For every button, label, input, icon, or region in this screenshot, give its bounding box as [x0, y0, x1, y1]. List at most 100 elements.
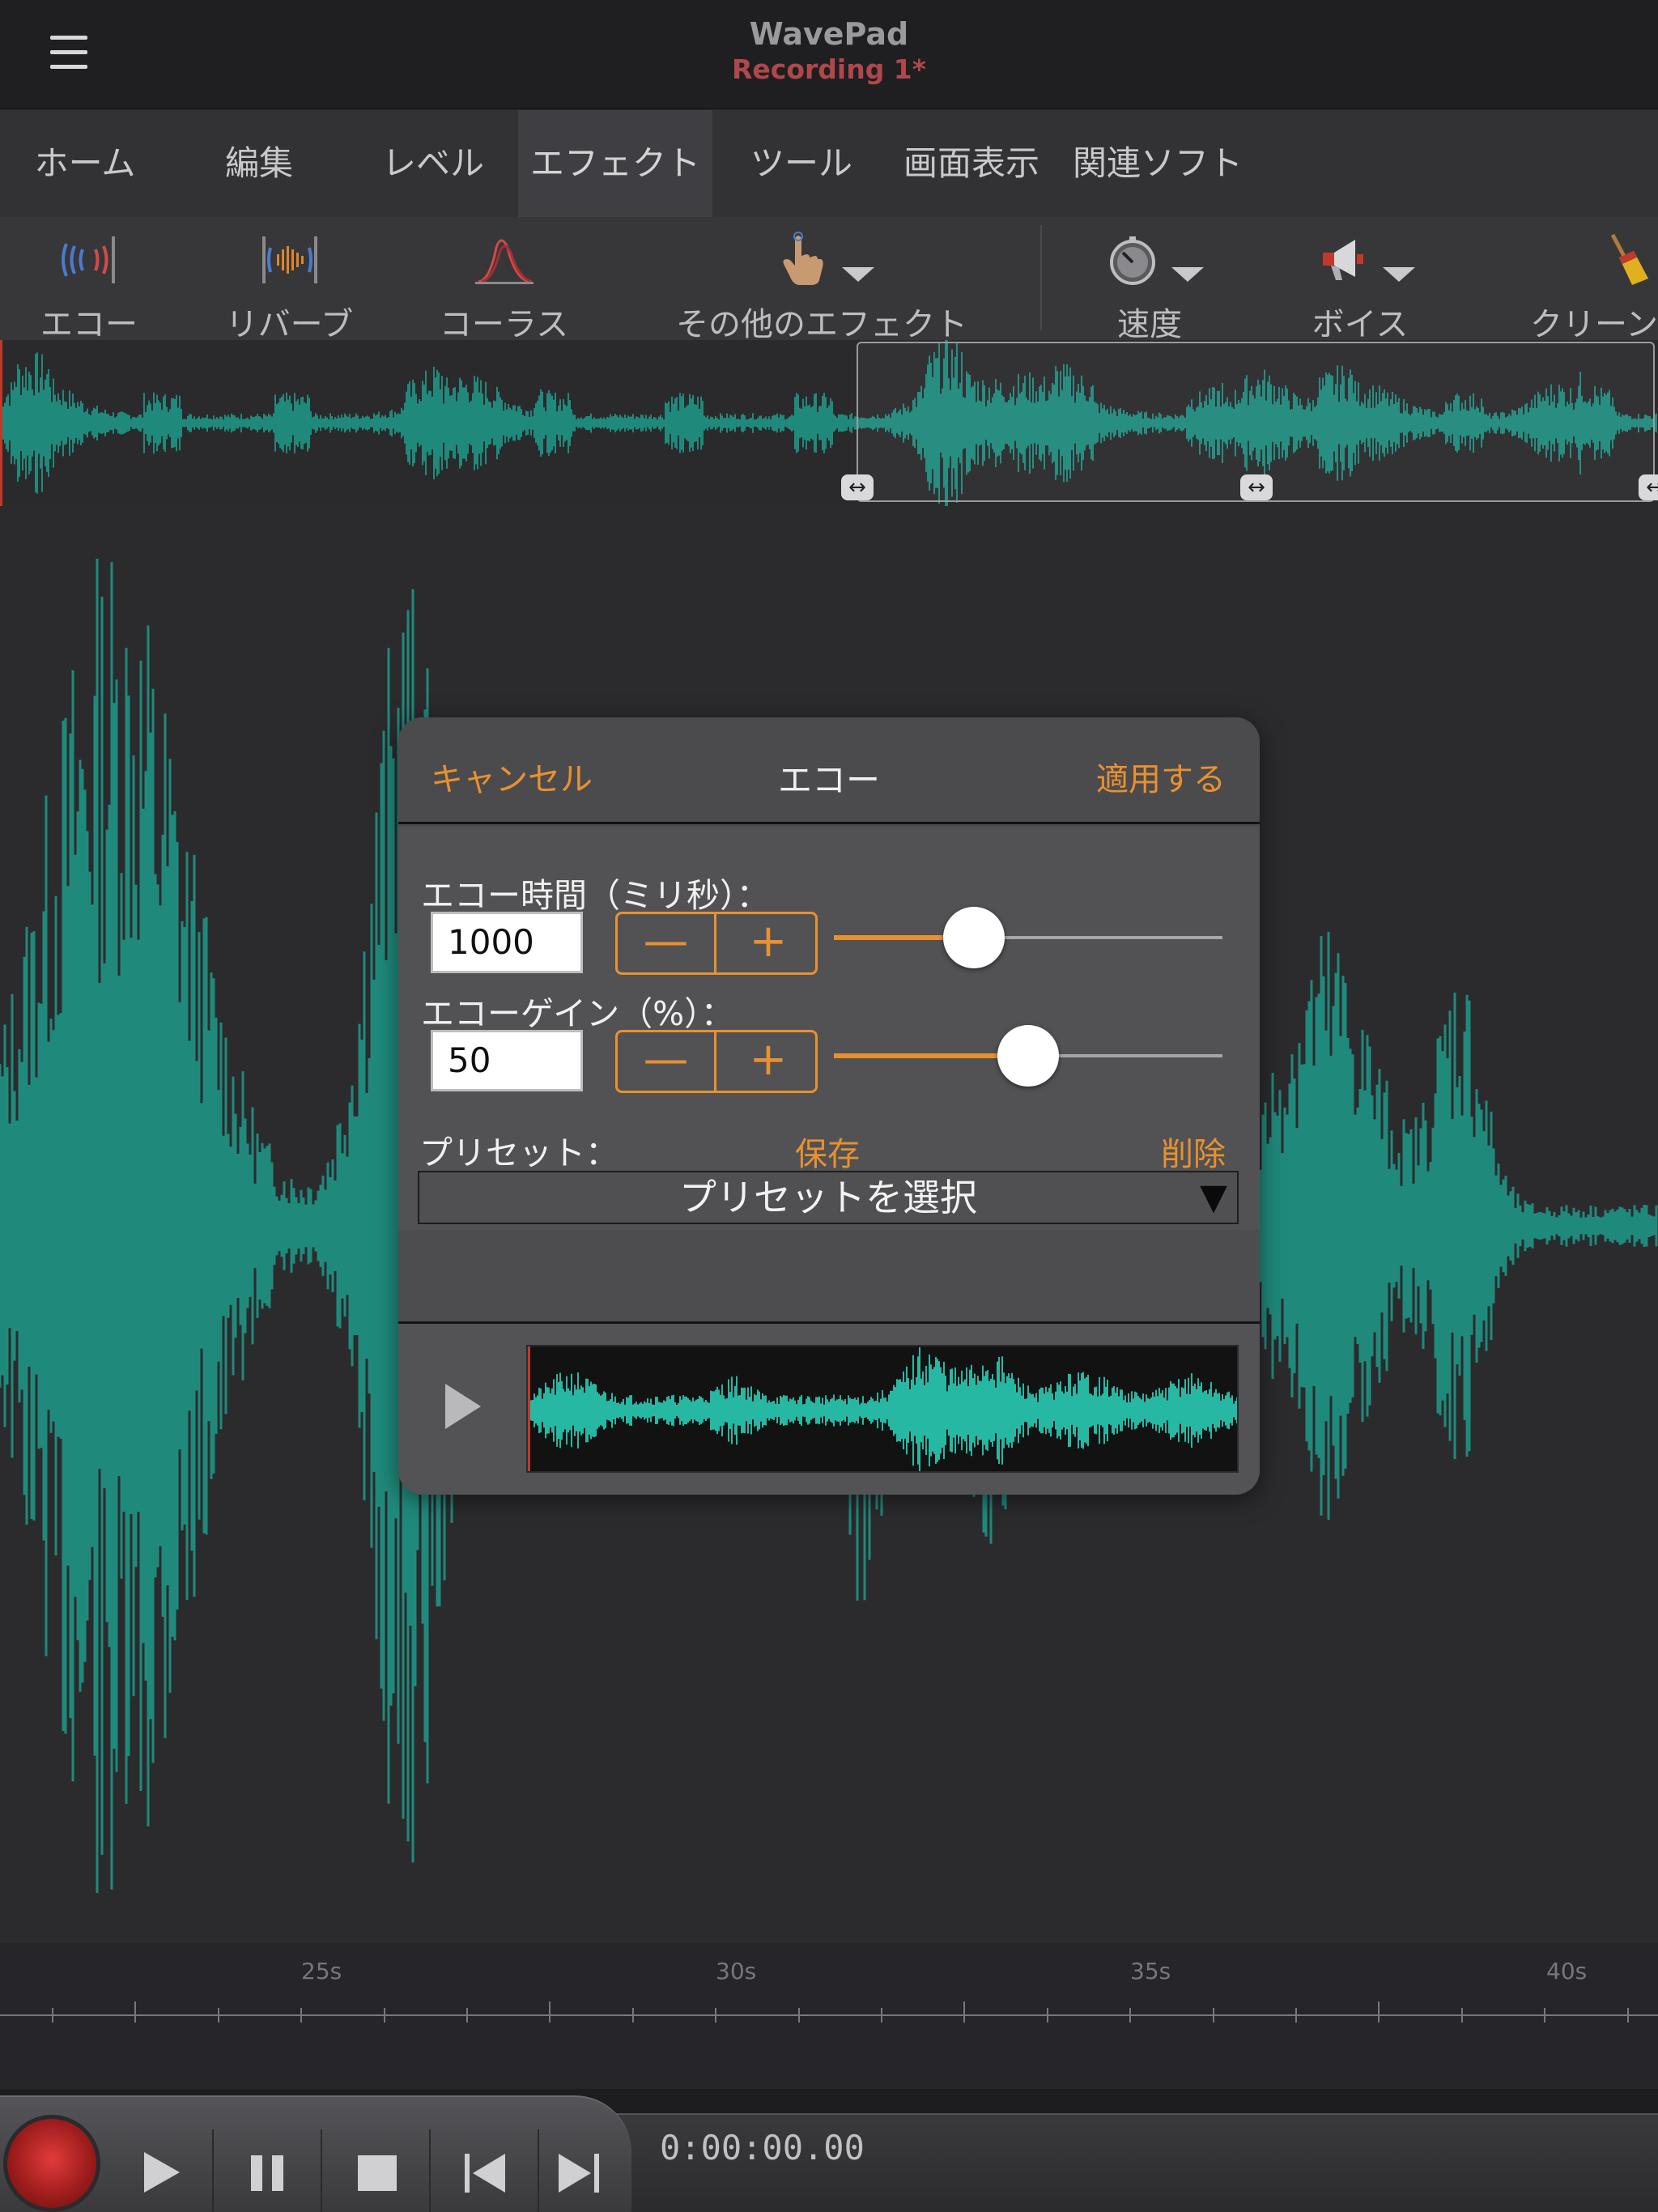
broom-icon [1610, 233, 1648, 285]
time-label: 25s [301, 1958, 342, 1984]
echo-tool-label: エコー [40, 306, 138, 340]
tab-home[interactable]: ホーム [8, 110, 162, 217]
echo-time-decrement-button[interactable]: — [618, 914, 716, 972]
stop-button[interactable] [324, 2129, 431, 2212]
dropdown-triangle-icon: ▼ [1200, 1176, 1227, 1218]
wavepad-app: WavePad Recording 1* ホーム 編集 レベル エフェクト ツー… [0, 0, 1658, 2212]
preset-delete-button[interactable]: 削除 [1161, 1128, 1226, 1175]
voice-tool-button[interactable]: ボイス [1295, 217, 1425, 340]
ruler-axis [0, 2014, 1658, 2016]
time-label: 30s [716, 1958, 757, 1984]
echo-tool-button[interactable]: エコー [0, 217, 178, 340]
toolbar-divider [1040, 225, 1042, 330]
speed-gauge-icon [1110, 236, 1155, 285]
title-bar: WavePad Recording 1* [0, 0, 1658, 109]
echo-icon [62, 236, 115, 283]
transport-controls [0, 2095, 631, 2212]
ruler-tick [300, 2008, 303, 2023]
play-icon [144, 2152, 180, 2193]
ribbon-tabs: ホーム 編集 レベル エフェクト ツール 画面表示 関連ソフト [0, 110, 1658, 217]
echo-time-label: エコー時間（ミリ秒）： [421, 876, 770, 915]
skip-to-end-button[interactable] [541, 2129, 630, 2212]
echo-time-stepper: — + [615, 912, 818, 975]
echo-gain-input[interactable]: 50 [431, 1030, 583, 1091]
tab-edit[interactable]: 編集 [186, 110, 332, 217]
speed-tool-label: 速度 [1117, 306, 1182, 340]
ruler-tick [881, 2008, 882, 2023]
tab-tools[interactable]: ツール [725, 110, 878, 217]
record-button[interactable] [3, 2115, 100, 2212]
echo-gain-stepper: — + [615, 1030, 818, 1093]
megaphone-icon [1323, 240, 1363, 280]
ruler-tick [715, 2008, 717, 2023]
preset-label: プリセット： [419, 1134, 619, 1172]
region-move-handle-icon[interactable]: ↔ [1240, 474, 1273, 500]
skip-to-start-icon [465, 2154, 505, 2193]
more-effects-button[interactable]: その他のエフェクト [664, 217, 980, 340]
tab-related-software[interactable]: 関連ソフト [1061, 110, 1255, 217]
preset-save-button[interactable]: 保存 [730, 1128, 925, 1175]
preview-waveform[interactable] [526, 1345, 1239, 1473]
reverb-tool-button[interactable]: リバーブ [202, 217, 376, 340]
app-title: WavePad [749, 16, 909, 52]
echo-gain-increment-button[interactable]: + [719, 1032, 818, 1091]
ruler-tick [631, 2008, 634, 2023]
echo-gain-decrement-button[interactable]: — [618, 1032, 716, 1091]
chevron-down-icon [1383, 267, 1415, 282]
play-button[interactable] [107, 2129, 214, 2212]
preview-waveform-graphic [528, 1346, 1237, 1471]
stop-icon [358, 2155, 397, 2191]
ruler-tick [1626, 2008, 1629, 2023]
ruler-tick [549, 2001, 551, 2023]
ruler-tick [217, 2008, 219, 2023]
echo-time-increment-button[interactable]: + [719, 914, 818, 972]
preview-play-icon[interactable] [445, 1384, 481, 1429]
preset-select[interactable]: プリセットを選択 ▼ [418, 1171, 1239, 1224]
time-display: 0:00:00.00 [660, 2128, 865, 2167]
slider-knob[interactable] [942, 907, 1005, 968]
ruler-tick [466, 2008, 468, 2023]
tab-effects[interactable]: エフェクト [518, 110, 712, 217]
chevron-down-icon [842, 267, 874, 282]
slider-knob[interactable] [997, 1025, 1059, 1087]
region-start-handle-icon[interactable]: ↔ [841, 474, 874, 500]
time-label: 40s [1546, 1958, 1588, 1984]
reverb-tool-label: リバーブ [225, 306, 354, 340]
ruler-tick [1460, 2008, 1463, 2023]
echo-time-slider[interactable] [834, 905, 1222, 970]
ruler-tick [797, 2008, 800, 2023]
skip-to-start-button[interactable] [432, 2129, 539, 2212]
dialog-header: キャンセル エコー 適用する [398, 717, 1260, 824]
ruler-tick [1212, 2008, 1214, 2023]
ruler-tick [134, 2001, 137, 2023]
apply-button[interactable]: 適用する [1096, 753, 1226, 800]
more-effects-hand-icon [783, 232, 823, 285]
tab-levels[interactable]: レベル [356, 110, 510, 217]
tab-view[interactable]: 画面表示 [891, 110, 1052, 217]
echo-time-input[interactable]: 1000 [431, 912, 583, 973]
speed-tool-button[interactable]: 速度 [1089, 217, 1210, 340]
overview-waveform[interactable]: ↔ ↔ ↔ [0, 340, 1658, 506]
ruler-tick [1378, 2001, 1380, 2023]
skip-to-end-icon [559, 2154, 599, 2193]
preview-section [398, 1324, 1260, 1495]
ruler-tick [1544, 2008, 1546, 2023]
echo-gain-slider[interactable] [834, 1023, 1222, 1088]
timeline-ruler[interactable]: 25s 30s 35s 40s [0, 1943, 1658, 2089]
ruler-tick [963, 2001, 966, 2023]
ruler-tick [1295, 2008, 1297, 2023]
pause-icon [251, 2155, 283, 2191]
region-end-handle-icon[interactable]: ↔ [1639, 474, 1658, 500]
pause-button[interactable] [215, 2129, 322, 2212]
ruler-tick [1046, 2008, 1048, 2023]
reverb-icon [262, 236, 317, 283]
ruler-tick [383, 2008, 385, 2023]
echo-effect-dialog: キャンセル エコー 適用する [398, 717, 1260, 1495]
echo-gain-label: エコーゲイン（%）： [421, 994, 734, 1033]
chorus-tool-button[interactable]: コーラス [421, 217, 587, 340]
clean-tool-button[interactable]: クリーン [1530, 217, 1658, 340]
ruler-tick [52, 2008, 53, 2023]
more-effects-label: その他のエフェクト [676, 306, 967, 340]
chorus-tool-label: コーラス [439, 306, 569, 340]
preset-select-value: プリセットを選択 [679, 1176, 977, 1219]
